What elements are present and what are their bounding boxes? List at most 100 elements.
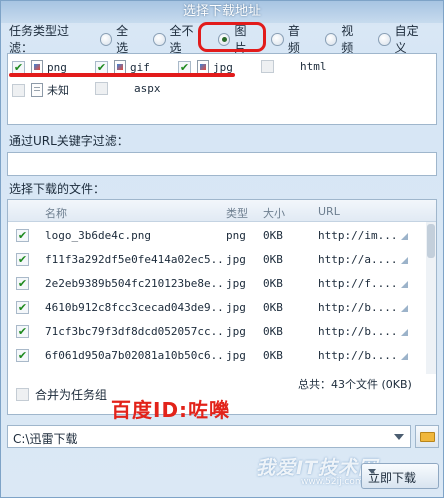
type-unknown[interactable]: 未知 (12, 82, 69, 98)
table-row[interactable]: ✔ 4610b912c8fcc3cecad043de9... jpg 0KB h… (8, 296, 428, 320)
table-row[interactable]: ✔ logo_3b6de4c.png png 0KB http://im... (8, 224, 428, 248)
radio-circle[interactable] (153, 32, 166, 46)
row-checkbox[interactable]: ✔ (16, 325, 29, 338)
type-aspx[interactable]: aspx (95, 82, 161, 95)
file-list-label: 选择下载的文件： (9, 182, 106, 196)
radio-custom[interactable]: 自定义 (378, 22, 429, 56)
radio-circle[interactable] (271, 32, 284, 46)
site-watermark-url: www.52ij.com (301, 477, 364, 487)
browse-folder-button[interactable] (415, 425, 439, 448)
type-html[interactable]: html (261, 60, 327, 73)
table-row[interactable]: ✔ 71cf3bc79f3df8dcd052057cc... jpg 0KB h… (8, 320, 428, 344)
file-type: jpg (226, 325, 246, 338)
url-filter-label: 通过URL关键字过滤： (9, 134, 129, 148)
checkbox-unchecked[interactable] (261, 60, 274, 73)
checkbox-checked[interactable]: ✔ (95, 60, 108, 74)
file-size: 0KB (263, 277, 283, 290)
radio-circle[interactable] (324, 32, 338, 46)
column-header-name[interactable]: 名称 (45, 205, 67, 221)
radio-select-all[interactable]: 全选 (99, 22, 139, 56)
checkbox-unchecked[interactable] (95, 82, 108, 95)
file-type: jpg (226, 301, 246, 314)
radio-select-none[interactable]: 全不选 (153, 22, 204, 56)
save-path-combo[interactable]: C:\迅雷下载 (7, 425, 411, 448)
type-label: gif (130, 60, 150, 74)
resize-corner-icon (401, 305, 408, 312)
merge-label: 合并为任务组 (35, 388, 108, 402)
annotation-underline (9, 73, 235, 77)
chevron-down-icon[interactable] (368, 469, 376, 474)
file-url: http://f.... (318, 277, 398, 290)
radio-label: 自定义 (394, 24, 419, 55)
resize-corner-icon (401, 281, 408, 288)
file-size: 0KB (263, 229, 283, 242)
type-png[interactable]: ✔ png (12, 60, 67, 74)
radio-video[interactable]: 视频 (324, 22, 364, 56)
image-file-icon (114, 60, 126, 74)
site-watermark: 我爱IT技术网 (256, 457, 379, 479)
file-name: 2e2eb9389b504fc210123be8e... (45, 277, 223, 290)
file-size: 0KB (263, 301, 283, 314)
file-name: 71cf3bc79f3df8dcd052057cc... (45, 325, 223, 338)
file-name: 6f061d950a7b02081a10b50c6... (45, 349, 223, 362)
row-checkbox[interactable]: ✔ (16, 229, 29, 242)
document-file-icon (31, 83, 43, 97)
file-types-panel: ✔ png ✔ gif ✔ jpg html 未知 aspx (7, 53, 437, 125)
file-size: 0KB (263, 349, 283, 362)
type-jpg[interactable]: ✔ jpg (178, 60, 233, 74)
file-url: http://b.... (318, 301, 398, 314)
row-checkbox[interactable]: ✔ (16, 277, 29, 290)
window-title: 选择下载地址 (182, 4, 261, 19)
file-name: 4610b912c8fcc3cecad043de9... (45, 301, 223, 314)
type-label: 未知 (47, 84, 69, 97)
dropdown-arrow-icon[interactable] (394, 434, 404, 440)
annotation-highlight-box (198, 22, 266, 52)
download-now-button[interactable]: 立即下载 (361, 463, 439, 489)
radio-circle[interactable] (99, 32, 113, 46)
download-dialog: 选择下载地址 任务类型过滤： 全选 全不选 图片 音频 视频 自定义 ✔ png… (0, 0, 444, 498)
resize-corner-icon (401, 233, 408, 240)
radio-circle[interactable] (378, 32, 391, 46)
file-name: logo_3b6de4c.png (45, 229, 151, 242)
column-header-type[interactable]: 类型 (226, 205, 248, 221)
image-file-icon (197, 60, 209, 74)
table-row[interactable]: ✔ 6f061d950a7b02081a10b50c6... jpg 0KB h… (8, 344, 428, 368)
file-size: 0KB (263, 253, 283, 266)
radio-audio[interactable]: 音频 (271, 22, 310, 56)
checkbox-unchecked[interactable] (16, 388, 29, 401)
resize-corner-icon (401, 353, 408, 360)
file-type: png (226, 229, 246, 242)
title-bar: 选择下载地址 (1, 1, 443, 23)
resize-corner-icon (401, 329, 408, 336)
image-file-icon (31, 60, 43, 74)
file-url: http://a.... (318, 253, 398, 266)
row-checkbox[interactable]: ✔ (16, 349, 29, 362)
row-checkbox[interactable]: ✔ (16, 301, 29, 314)
file-url: http://im... (318, 229, 398, 242)
column-header-url[interactable]: URL (318, 205, 340, 218)
resize-corner-icon (401, 257, 408, 264)
type-filter-label: 任务类型过滤： (9, 24, 70, 55)
checkbox-checked[interactable]: ✔ (12, 60, 25, 74)
radio-label: 音频 (287, 24, 300, 55)
table-row[interactable]: ✔ 2e2eb9389b504fc210123be8e... jpg 0KB h… (8, 272, 428, 296)
column-header-size[interactable]: 大小 (263, 205, 285, 221)
type-gif[interactable]: ✔ gif (95, 60, 150, 74)
table-row[interactable]: ✔ f11f3a292df5e0fe414a02ec5... jpg 0KB h… (8, 248, 428, 272)
row-checkbox[interactable]: ✔ (16, 253, 29, 266)
checkbox-unchecked[interactable] (12, 83, 25, 97)
watermark-text: 百度ID:咗嚛 (111, 398, 231, 422)
folder-icon (420, 432, 435, 442)
merge-task-group[interactable]: 合并为任务组 (16, 386, 107, 403)
list-header: 名称 类型 大小 URL (8, 200, 436, 222)
file-type: jpg (226, 349, 246, 362)
save-path-value: C:\迅雷下载 (13, 432, 78, 446)
checkbox-checked[interactable]: ✔ (178, 60, 191, 74)
file-name: f11f3a292df5e0fe414a02ec5... (45, 253, 223, 266)
file-url: http://b.... (318, 325, 398, 338)
radio-label: 全选 (116, 24, 129, 55)
url-keyword-input[interactable] (7, 152, 437, 176)
file-type: jpg (226, 253, 246, 266)
scrollbar-thumb[interactable] (427, 224, 435, 258)
vertical-scrollbar[interactable] (426, 222, 436, 388)
